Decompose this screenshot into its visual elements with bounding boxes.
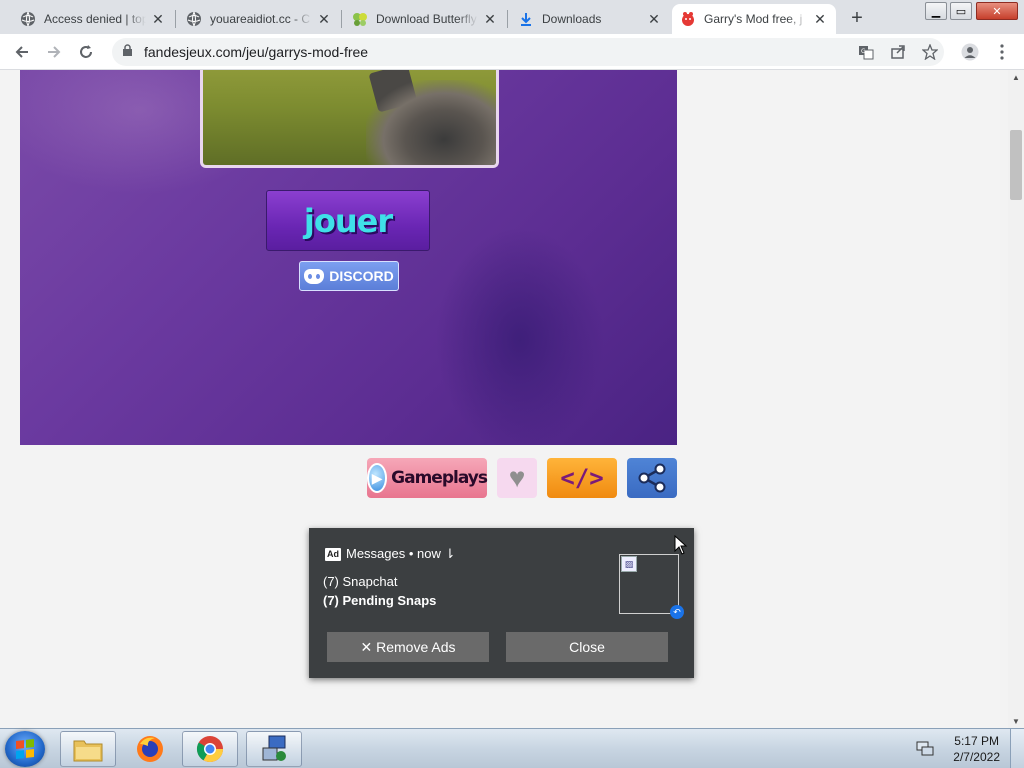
embed-button[interactable]: </> (547, 458, 617, 498)
close-icon[interactable]: ✕ (812, 11, 828, 27)
ad-message-line2: (7) Pending Snaps (323, 593, 437, 608)
taskbar-network-app[interactable] (246, 731, 302, 767)
profile-avatar-icon[interactable] (960, 42, 980, 62)
download-icon (518, 11, 534, 27)
reload-icon (80, 45, 92, 58)
tab-title: Garry's Mod free, j (704, 12, 803, 26)
screen: Access denied | top ✕ youareaidiot.cc - … (0, 0, 1024, 768)
play-button-label: jouer (303, 201, 393, 240)
discord-label: DISCORD (329, 268, 394, 284)
taskbar-clock[interactable]: 5:17 PM 2/7/2022 (953, 733, 1000, 765)
windows-logo-icon (16, 739, 34, 759)
network-tray-icon[interactable] (916, 741, 934, 757)
ad-badge: Ad (325, 547, 341, 561)
window-close-button[interactable]: ✕ (976, 2, 1018, 20)
game-screenshot (200, 70, 499, 168)
play-button[interactable]: jouer (266, 190, 430, 251)
chrome-icon (196, 736, 224, 763)
network-app-icon (262, 735, 286, 761)
address-bar[interactable]: fandesjeux.com/jeu/garrys-mod-free (112, 38, 944, 66)
discord-icon (304, 268, 325, 284)
show-desktop-button[interactable] (1010, 729, 1024, 768)
code-icon: </> (560, 464, 604, 492)
ad-header-text: Messages • now ⇂ (346, 546, 456, 561)
close-icon[interactable]: ✕ (482, 11, 498, 27)
globe-icon (20, 11, 36, 27)
close-icon[interactable]: ✕ (646, 11, 662, 27)
forward-arrow-icon (48, 46, 61, 58)
tab-separator (175, 10, 176, 28)
mouse-cursor-icon (674, 535, 688, 555)
tab-title: youareaidiot.cc - C (210, 12, 311, 26)
tab-strip: Access denied | top ✕ youareaidiot.cc - … (0, 0, 1024, 34)
scroll-thumb[interactable] (1010, 130, 1022, 200)
globe-icon (186, 11, 202, 27)
ad-thumbnail[interactable]: ▨ ↶ (619, 554, 684, 619)
close-icon[interactable]: ✕ (150, 11, 166, 27)
tab-garrys-mod[interactable]: Garry's Mod free, j ✕ (672, 4, 836, 34)
butterfly-icon (352, 11, 368, 27)
play-circle-icon: ▶ (367, 463, 388, 493)
taskbar-explorer[interactable] (60, 731, 116, 767)
lock-icon (122, 44, 136, 60)
back-button[interactable] (10, 40, 34, 64)
back-arrow-icon (15, 46, 28, 58)
tab-separator (341, 10, 342, 28)
folder-icon (73, 740, 103, 762)
scroll-down-arrow-icon[interactable]: ▼ (1008, 714, 1024, 728)
browser-toolbar: fandesjeux.com/jeu/garrys-mod-free G (0, 34, 1024, 70)
gameplays-button[interactable]: ▶ Gameplays (367, 458, 488, 498)
system-tray: 5:17 PM 2/7/2022 (904, 729, 1024, 768)
taskbar-firefox[interactable] (122, 731, 178, 767)
menu-kebab-icon[interactable] (992, 42, 1012, 62)
share-icon (638, 463, 666, 493)
page-scrollbar[interactable]: ▲ ▼ (1008, 70, 1024, 728)
taskbar-chrome[interactable] (182, 731, 238, 767)
ad-close-button[interactable]: Close (506, 632, 668, 662)
broken-image-icon: ▨ (621, 556, 637, 572)
firefox-icon (137, 736, 163, 762)
remove-ads-button[interactable]: ✕ Remove Ads (327, 632, 489, 662)
tab-separator (507, 10, 508, 28)
clock-time: 5:17 PM (954, 734, 999, 748)
start-button[interactable] (5, 731, 45, 767)
clock-date: 2/7/2022 (953, 750, 1000, 764)
ad-header: Ad Messages • now ⇂ (325, 546, 455, 562)
url-text: fandesjeux.com/jeu/garrys-mod-free (144, 44, 369, 60)
scroll-up-arrow-icon[interactable]: ▲ (1008, 70, 1024, 84)
ad-message-line1: (7) Snapchat (323, 574, 398, 589)
page-viewport: jouer DISCORD ▶ Gameplays ♥ </> Ad Messa… (0, 70, 1008, 728)
reply-icon: ↶ (670, 605, 684, 619)
share-button[interactable] (627, 458, 677, 498)
minimize-button[interactable]: ▁ (925, 2, 947, 20)
bookmark-star-icon[interactable] (920, 42, 940, 62)
ad-notification-popup: Ad Messages • now ⇂ (7) Snapchat (7) Pen… (309, 528, 694, 678)
game-screenshot-weapon (366, 80, 496, 165)
discord-button[interactable]: DISCORD (299, 261, 399, 291)
tab-download-butterfly[interactable]: Download Butterfly ✕ (344, 4, 506, 34)
game-icon (680, 11, 696, 27)
close-icon[interactable]: ✕ (316, 11, 332, 27)
share-page-icon[interactable] (888, 42, 908, 62)
tab-title: Downloads (542, 12, 602, 26)
forward-button[interactable] (42, 40, 66, 64)
tab-title: Access denied | top (44, 12, 146, 26)
reload-button[interactable] (74, 40, 98, 64)
tab-access-denied[interactable]: Access denied | top ✕ (12, 4, 174, 34)
heart-icon: ♥ (508, 462, 526, 493)
tab-youareaidiot[interactable]: youareaidiot.cc - C ✕ (178, 4, 340, 34)
tab-downloads[interactable]: Downloads ✕ (510, 4, 670, 34)
gameplays-label: Gameplays (391, 468, 488, 488)
translate-icon[interactable]: G (856, 42, 876, 62)
game-banner: jouer DISCORD (20, 70, 677, 445)
svg-text:G: G (861, 48, 866, 55)
new-tab-button[interactable]: + (844, 6, 870, 30)
tab-title: Download Butterfly (376, 12, 477, 26)
maximize-button[interactable]: ▭ (950, 2, 972, 20)
favorite-button[interactable]: ♥ (497, 458, 537, 498)
windows-taskbar: 5:17 PM 2/7/2022 (0, 728, 1024, 768)
